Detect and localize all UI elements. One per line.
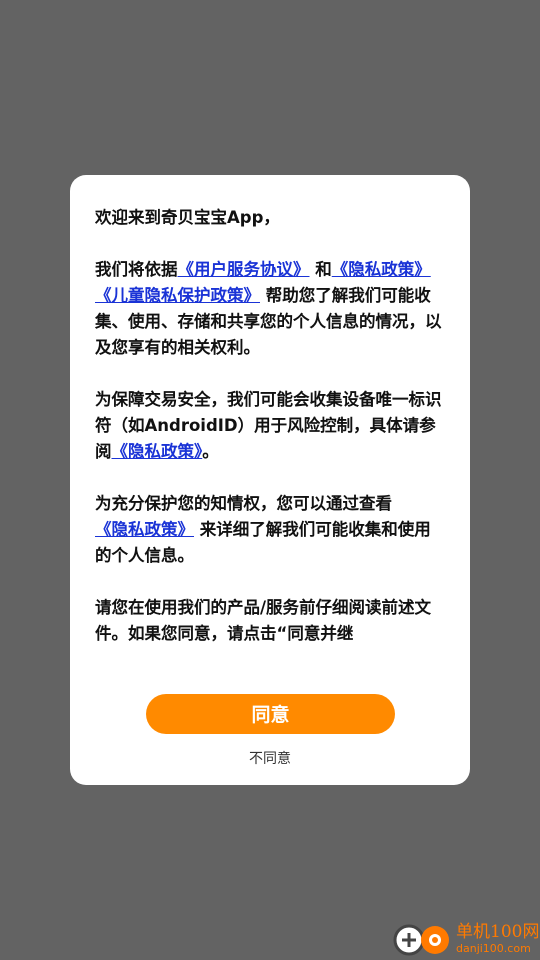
privacy-policy-link-3b[interactable]: 《隐私政策》 (95, 520, 194, 539)
rights-paragraph: 《隐私政策》为充分保护您的知情权，您可以通过查看《隐私政策》 来详细了解我们可能… (95, 494, 431, 565)
disagree-button[interactable]: 不同意 (70, 748, 470, 768)
privacy-policy-link[interactable]: 《隐私政策》 (332, 260, 431, 279)
watermark-site-name: 单机100网 (456, 922, 540, 942)
watermark-domain: danji100.com (456, 942, 531, 955)
agree-button[interactable]: 同意 (146, 694, 395, 734)
site-watermark: 单机100网 danji100.com (392, 916, 540, 960)
dialog-body: 欢迎来到奇贝宝宝App， 我们将依据《用户服务协议》 和《隐私政策》 《儿童隐私… (95, 205, 447, 655)
security-paragraph: 为保障交易安全，我们可能会收集设备唯一标识符（如AndroidID）用于风险控制… (95, 390, 442, 461)
greeting-text: 欢迎来到奇贝宝宝App， (95, 208, 280, 227)
privacy-policy-link-2[interactable]: 《隐私政策》 (112, 442, 203, 461)
privacy-consent-dialog: 欢迎来到奇贝宝宝App， 我们将依据《用户服务协议》 和《隐私政策》 《儿童隐私… (70, 175, 470, 785)
read-notice-paragraph: 请您在使用我们的产品/服务前仔细阅读前述文件。如果您同意，请点击“同意并继 (95, 598, 432, 643)
watermark-logo-icon (393, 924, 449, 956)
user-agreement-link[interactable]: 《用户服务协议》 (178, 260, 310, 279)
intro-paragraph: 我们将依据《用户服务协议》 和《隐私政策》 《儿童隐私保护政策》 帮助您了解我们… (95, 260, 442, 357)
child-privacy-link[interactable]: 《儿童隐私保护政策》 (95, 286, 260, 305)
